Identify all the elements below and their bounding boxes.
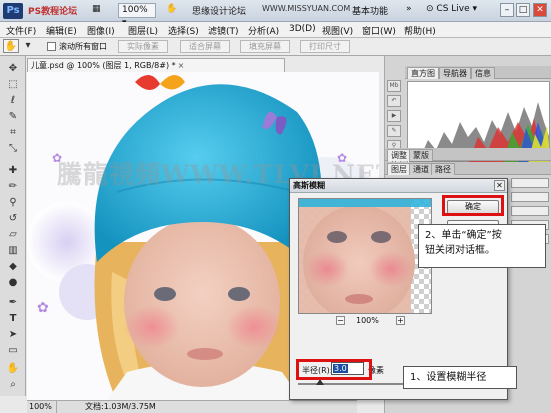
mini-bridge-icon[interactable]: Mb [387,80,401,92]
fill-field[interactable] [511,192,549,202]
site-name: 思缘设计论坛 [192,7,247,17]
menu-window[interactable]: 窗口(W) [362,24,396,37]
clone-stamp-tool-icon[interactable]: ⚲ [5,196,21,210]
radius-highlight-box [296,359,372,380]
tab-info[interactable]: 信息 [471,67,495,79]
step1-callout: 1、设置模糊半径 [403,366,517,389]
lasso-tool-icon[interactable]: ℓ [5,94,21,108]
healing-brush-tool-icon[interactable]: ✚ [5,164,21,178]
menu-bar: 文件(F) 编辑(E) 图像(I) 图层(L) 选择(S) 滤镜(T) 分析(A… [0,22,551,38]
histogram-panel-tabs: 直方图 导航器 信息 [405,66,551,79]
scroll-all-windows-checkbox[interactable] [47,42,56,51]
menu-edit[interactable]: 编辑(E) [46,24,77,37]
actions-panel-icon[interactable]: ▶ [387,110,401,122]
photoshop-logo: Ps [3,3,23,19]
cs-live-button[interactable]: ⊙ CS Live ▾ [426,4,477,14]
fit-screen-button[interactable]: 适合屏幕 [180,40,230,53]
svg-text:✿: ✿ [37,300,49,316]
step2-line1: 2、单击“确定”按 [425,230,502,241]
dodge-tool-icon[interactable]: ● [5,276,21,290]
step2-callout: 2、单击“确定”按 钮关闭对话框。 [418,224,546,268]
layer-field-3[interactable] [511,206,549,216]
scroll-all-windows-label: 滚动所有窗口 [59,42,107,51]
options-bar: ✋ ▾ 滚动所有窗口 实际像素 适合屏幕 填充屏幕 打印尺寸 [0,38,551,56]
history-brush-tool-icon[interactable]: ↺ [5,212,21,226]
print-size-button[interactable]: 打印尺寸 [300,40,350,53]
tab-close-icon[interactable]: × [178,61,185,70]
tab-paths[interactable]: 路径 [431,163,455,175]
brush-panel-icon[interactable]: ✎ [387,125,401,137]
minimize-button[interactable]: – [500,3,514,17]
path-select-tool-icon[interactable]: ➤ [5,328,21,342]
eyedropper-tool-icon[interactable]: ⤡ [5,142,21,156]
brush-tool-icon[interactable]: ✏ [5,180,21,194]
hand-tool-icon[interactable]: ✋ [5,362,21,376]
site-url: WWW.MISSYUAN.COM [262,4,351,13]
menu-help[interactable]: 帮助(H) [404,24,436,37]
cs-live-label: CS Live [436,4,470,14]
step2-line2: 钮关闭对话框。 [425,245,495,256]
maximize-button[interactable]: □ [516,3,530,17]
menu-analysis[interactable]: 分析(A) [248,24,279,37]
menu-filter[interactable]: 滤镜(T) [208,24,239,37]
zoom-dropdown-value: 100% [122,5,148,15]
type-tool-icon[interactable]: T [5,312,21,326]
menu-3d[interactable]: 3D(D) [289,24,316,34]
photoshop-window: Ps PS教程论坛 ▦ 100% ▾ ✋ 思缘设计论坛 WWW.MISSYUAN… [0,0,551,413]
hand-icon[interactable]: ✋ [166,4,177,14]
toolbox: ✥ ⬚ ℓ ✎ ⌗ ⤡ ✚ ✏ ⚲ ↺ ▱ ▥ ◆ ● ✒ T ➤ ▭ ✋ ⌕ [0,56,26,396]
status-zoom-field[interactable]: 100% [27,401,57,413]
actual-pixels-button[interactable]: 实际像素 [118,40,168,53]
marquee-tool-icon[interactable]: ⬚ [5,78,21,92]
document-info: 文档:1.03M/3.75M [85,402,156,411]
zoom-out-button[interactable]: − [336,316,345,325]
hand-tool-preset-icon[interactable]: ✋ [3,39,19,53]
tab-adjustments[interactable]: 调整 [387,149,411,161]
workspace-switcher[interactable]: 基本功能 [352,4,388,17]
status-bar: 100% 文档:1.03M/3.75M [27,400,357,413]
tab-layers[interactable]: 图层 [387,163,411,175]
zoom-tool-icon[interactable]: ⌕ [5,378,21,392]
quick-select-tool-icon[interactable]: ✎ [5,110,21,124]
shape-tool-icon[interactable]: ▭ [5,344,21,358]
fill-screen-button[interactable]: 填充屏幕 [240,40,290,53]
adjustments-panel-tabs: 调整 蒙版 [385,148,551,161]
application-bar: Ps PS教程论坛 ▦ 100% ▾ ✋ 思缘设计论坛 WWW.MISSYUAN… [0,0,551,28]
document-tab[interactable]: 儿童.psd @ 100% (图层 1, RGB/8#) * × [27,58,285,72]
ok-highlight-box [442,195,504,216]
watermark-text: PS教程论坛 [28,7,78,17]
menu-image[interactable]: 图像(I) [87,24,115,37]
bridge-icon[interactable]: ▦ [92,4,101,14]
crop-tool-icon[interactable]: ⌗ [5,126,21,140]
menu-view[interactable]: 视图(V) [322,24,353,37]
menu-layer[interactable]: 图层(L) [128,24,158,37]
opacity-field[interactable] [511,178,549,188]
tab-masks[interactable]: 蒙版 [409,149,433,161]
preview-zoom-value: 100% [356,316,379,325]
blur-tool-icon[interactable]: ◆ [5,260,21,274]
eraser-tool-icon[interactable]: ▱ [5,228,21,242]
zoom-in-button[interactable]: + [396,316,405,325]
tab-histogram[interactable]: 直方图 [407,67,439,79]
tab-navigator[interactable]: 导航器 [439,67,471,79]
dialog-title: 高斯模糊 [290,179,507,193]
preview-image [299,199,431,313]
layers-panel-tabs: 图层 通道 路径 [385,162,551,175]
history-panel-icon[interactable]: ↶ [387,95,401,107]
document-title: 儿童.psd @ 100% (图层 1, RGB/8#) * [31,61,176,70]
tab-channels[interactable]: 通道 [409,163,433,175]
gradient-tool-icon[interactable]: ▥ [5,244,21,258]
zoom-dropdown[interactable]: 100% ▾ [118,3,156,28]
preview-zoom-controls: − 100% + [298,316,432,328]
close-button[interactable]: ✕ [533,3,547,17]
menu-file[interactable]: 文件(F) [6,24,36,37]
pen-tool-icon[interactable]: ✒ [5,296,21,310]
move-tool-icon[interactable]: ✥ [5,62,21,76]
menu-select[interactable]: 选择(S) [168,24,199,37]
dialog-close-button[interactable]: ✕ [494,180,505,191]
preset-arrow-icon[interactable]: ▾ [23,39,33,53]
workspace-arrow-icon[interactable]: » [406,4,412,14]
blur-preview[interactable] [298,198,432,314]
